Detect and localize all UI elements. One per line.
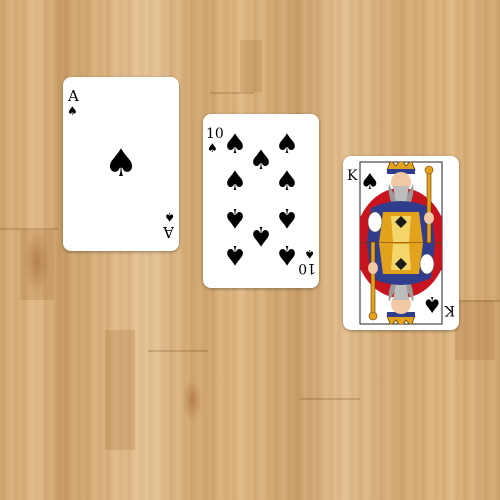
spade-icon: ♠ [249, 220, 273, 251]
spade-icon: ♠ [249, 145, 273, 176]
spade-icon: ♠ [275, 239, 299, 270]
spade-icon: ♠ [104, 141, 138, 185]
plank-seam [300, 398, 360, 400]
plank-seam [210, 92, 254, 94]
plank-shade [240, 40, 262, 92]
card-suit-small-icon: ♠ [304, 247, 315, 261]
plank-seam [148, 350, 208, 352]
spade-icon: ♠ [223, 166, 247, 197]
card-king-face: K ♠ K ♠ [346, 161, 456, 325]
card-suit-small-icon: ♠ [207, 141, 218, 155]
card-ten-face: 10 ♠ ♠ ♠ ♠ ♠ ♠ ♠ ♠ ♠ ♠ ♠ 10 ♠ [206, 126, 316, 276]
card-king-of-spades[interactable]: K ♠ K ♠ [343, 156, 459, 330]
card-rank-label: A [67, 87, 79, 105]
card-suit-icon: ♠ [360, 170, 380, 195]
card-ace-of-spades[interactable]: A ♠ ♠ A ♠ [63, 77, 179, 251]
card-rank-label: 10 [206, 126, 224, 142]
spade-icon: ♠ [275, 129, 299, 160]
plank-shade [105, 330, 135, 450]
card-suit-small-icon: ♠ [164, 210, 175, 224]
wood-knot [182, 380, 202, 420]
spade-icon: ♠ [223, 129, 247, 160]
card-rank-label: A [163, 223, 175, 241]
card-suit-small-icon: ♠ [67, 104, 78, 118]
wood-knot [24, 232, 50, 292]
card-rank-label: 10 [298, 260, 316, 276]
spade-icon: ♠ [275, 166, 299, 197]
spade-icon: ♠ [275, 202, 299, 233]
card-suit-icon: ♠ [422, 291, 442, 316]
card-rank-label: K [444, 302, 455, 318]
plank-shade [455, 300, 495, 360]
spade-icon: ♠ [223, 239, 247, 270]
card-ace-face: A ♠ ♠ A ♠ [67, 87, 175, 241]
card-ten-of-spades[interactable]: 10 ♠ ♠ ♠ ♠ ♠ ♠ ♠ ♠ ♠ ♠ ♠ 10 ♠ [203, 114, 319, 288]
spade-icon: ♠ [223, 202, 247, 233]
card-rank-label: K [347, 168, 358, 184]
